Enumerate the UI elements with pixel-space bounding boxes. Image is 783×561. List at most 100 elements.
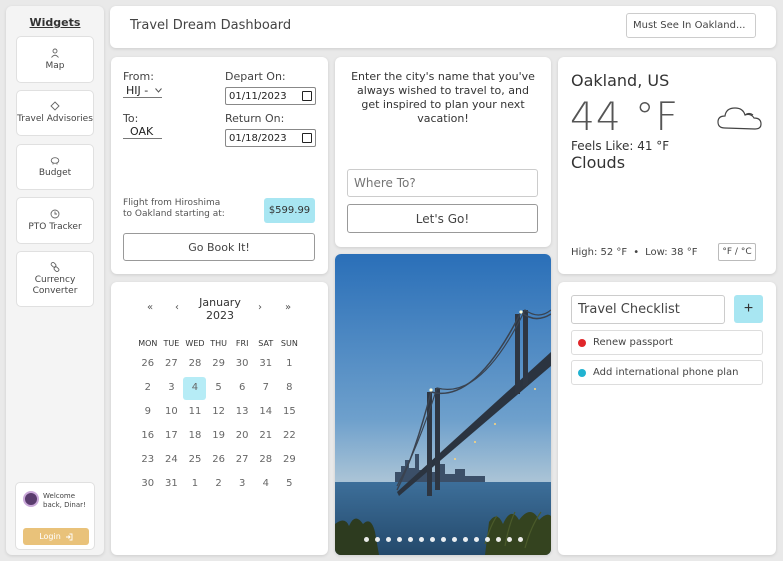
sidebar-item-pto-tracker[interactable]: PTO Tracker xyxy=(16,197,94,244)
carousel-dot[interactable] xyxy=(506,537,512,542)
flight-card: From: HIJ - To: OAK Depart On: 01/11/202… xyxy=(111,57,328,274)
calendar-day[interactable]: 27 xyxy=(160,352,184,376)
calendar-day[interactable]: 4 xyxy=(183,376,207,400)
carousel-dot[interactable] xyxy=(385,537,391,542)
calendar-day[interactable]: 14 xyxy=(254,400,278,424)
carousel-dot[interactable] xyxy=(517,537,523,542)
calendar-day[interactable]: 5 xyxy=(278,472,302,496)
calendar-day[interactable]: 2 xyxy=(207,472,231,496)
from-select[interactable]: HIJ - xyxy=(123,84,162,98)
weekday-header: MON xyxy=(138,339,158,348)
calendar-day[interactable]: 27 xyxy=(230,448,254,472)
calendar-day[interactable]: 22 xyxy=(278,424,302,448)
carousel-dot[interactable] xyxy=(462,537,468,542)
return-date-input[interactable]: 01/18/2023 xyxy=(225,129,316,147)
calendar-day[interactable]: 26 xyxy=(207,448,231,472)
calendar-day[interactable]: 26 xyxy=(136,352,160,376)
carousel-dot[interactable] xyxy=(484,537,490,542)
calendar-day[interactable]: 30 xyxy=(230,352,254,376)
sidebar-item-map[interactable]: Map xyxy=(16,36,94,83)
weekday-header: WED xyxy=(185,339,205,348)
weather-card: Oakland, US 44 °F Feels Like: 41 °F Clou… xyxy=(558,57,776,274)
carousel-dot[interactable] xyxy=(396,537,402,542)
calendar-icon[interactable] xyxy=(302,133,312,143)
carousel-dot[interactable] xyxy=(473,537,479,542)
carousel-dot[interactable] xyxy=(374,537,380,542)
calendar-day[interactable]: 29 xyxy=(207,352,231,376)
checklist-title-input[interactable]: Travel Checklist xyxy=(571,295,725,324)
calendar-day[interactable]: 1 xyxy=(183,472,207,496)
calendar-day[interactable]: 13 xyxy=(230,400,254,424)
list-item[interactable]: Renew passport xyxy=(571,330,763,355)
search-input[interactable] xyxy=(626,13,756,38)
calendar-day[interactable]: 9 xyxy=(136,400,160,424)
calendar-day[interactable]: 31 xyxy=(160,472,184,496)
calendar-day[interactable]: 23 xyxy=(136,448,160,472)
weather-low: Low: 38 °F xyxy=(645,247,698,258)
sidebar-item-budget[interactable]: Budget xyxy=(16,144,94,190)
calendar-day[interactable]: 31 xyxy=(254,352,278,376)
calendar-day[interactable]: 1 xyxy=(278,352,302,376)
next-month-button[interactable]: › xyxy=(258,302,262,313)
sidebar-item-travel-advisories[interactable]: Travel Advisories xyxy=(16,90,94,136)
calendar-day[interactable]: 29 xyxy=(278,448,302,472)
sidebar-title: Widgets xyxy=(29,16,81,29)
carousel-dot[interactable] xyxy=(451,537,457,542)
carousel-dot[interactable] xyxy=(407,537,413,542)
calendar-day[interactable]: 10 xyxy=(160,400,184,424)
calendar-day[interactable]: 19 xyxy=(207,424,231,448)
calendar-day[interactable]: 4 xyxy=(254,472,278,496)
piggy-bank-icon xyxy=(50,157,60,165)
calendar-day[interactable]: 6 xyxy=(230,376,254,400)
welcome-box: Welcome back, Dinar! Login xyxy=(15,482,95,550)
chevron-down-icon xyxy=(155,88,162,93)
calendar-day[interactable]: 5 xyxy=(207,376,231,400)
calendar-day[interactable]: 12 xyxy=(207,400,231,424)
lets-go-button[interactable]: Let's Go! xyxy=(347,204,538,233)
calendar-day[interactable]: 16 xyxy=(136,424,160,448)
calendar-day[interactable]: 11 xyxy=(183,400,207,424)
link-icon xyxy=(50,261,60,272)
welcome-text: Welcome back, Dinar! xyxy=(43,492,86,509)
calendar-day[interactable]: 3 xyxy=(230,472,254,496)
prev-year-button[interactable]: « xyxy=(147,302,153,313)
list-item-label: Renew passport xyxy=(593,337,673,348)
carousel-dot[interactable] xyxy=(440,537,446,542)
prev-month-button[interactable]: ‹ xyxy=(175,302,179,313)
login-button[interactable]: Login xyxy=(23,528,89,545)
unit-toggle-button[interactable]: °F / °C xyxy=(718,243,756,261)
header: Travel Dream Dashboard xyxy=(110,6,776,48)
sidebar-item-currency-converter[interactable]: Currency Converter xyxy=(16,251,94,307)
calendar-icon[interactable] xyxy=(302,91,312,101)
calendar-day[interactable]: 2 xyxy=(136,376,160,400)
page-title: Travel Dream Dashboard xyxy=(130,18,292,33)
calendar-day[interactable]: 28 xyxy=(183,352,207,376)
calendar-day[interactable]: 30 xyxy=(136,472,160,496)
bridge-photo xyxy=(335,254,551,555)
calendar-day[interactable]: 18 xyxy=(183,424,207,448)
flight-note-line: Flight from Hiroshima xyxy=(123,198,221,208)
calendar-day[interactable]: 15 xyxy=(278,400,302,424)
list-item[interactable]: Add international phone plan xyxy=(571,360,763,385)
calendar-day[interactable]: 25 xyxy=(183,448,207,472)
calendar-day[interactable]: 7 xyxy=(254,376,278,400)
weather-temp: 44 °F xyxy=(570,95,679,140)
depart-date-input[interactable]: 01/11/2023 xyxy=(225,87,316,105)
destination-input[interactable] xyxy=(347,169,538,197)
book-button[interactable]: Go Book It! xyxy=(123,233,315,261)
carousel-dot[interactable] xyxy=(363,537,369,542)
calendar-day[interactable]: 24 xyxy=(160,448,184,472)
next-year-button[interactable]: » xyxy=(285,302,291,313)
carousel-dot[interactable] xyxy=(429,537,435,542)
calendar-day[interactable]: 20 xyxy=(230,424,254,448)
carousel-dot[interactable] xyxy=(418,537,424,542)
weather-city: Oakland, US xyxy=(571,71,670,90)
carousel-dot[interactable] xyxy=(495,537,501,542)
calendar-day[interactable]: 21 xyxy=(254,424,278,448)
calendar-day[interactable]: 28 xyxy=(254,448,278,472)
calendar-day[interactable]: 17 xyxy=(160,424,184,448)
calendar-day[interactable]: 8 xyxy=(278,376,302,400)
calendar-day[interactable]: 3 xyxy=(160,376,184,400)
to-value[interactable]: OAK xyxy=(123,125,162,139)
add-item-button[interactable]: + xyxy=(734,295,763,323)
